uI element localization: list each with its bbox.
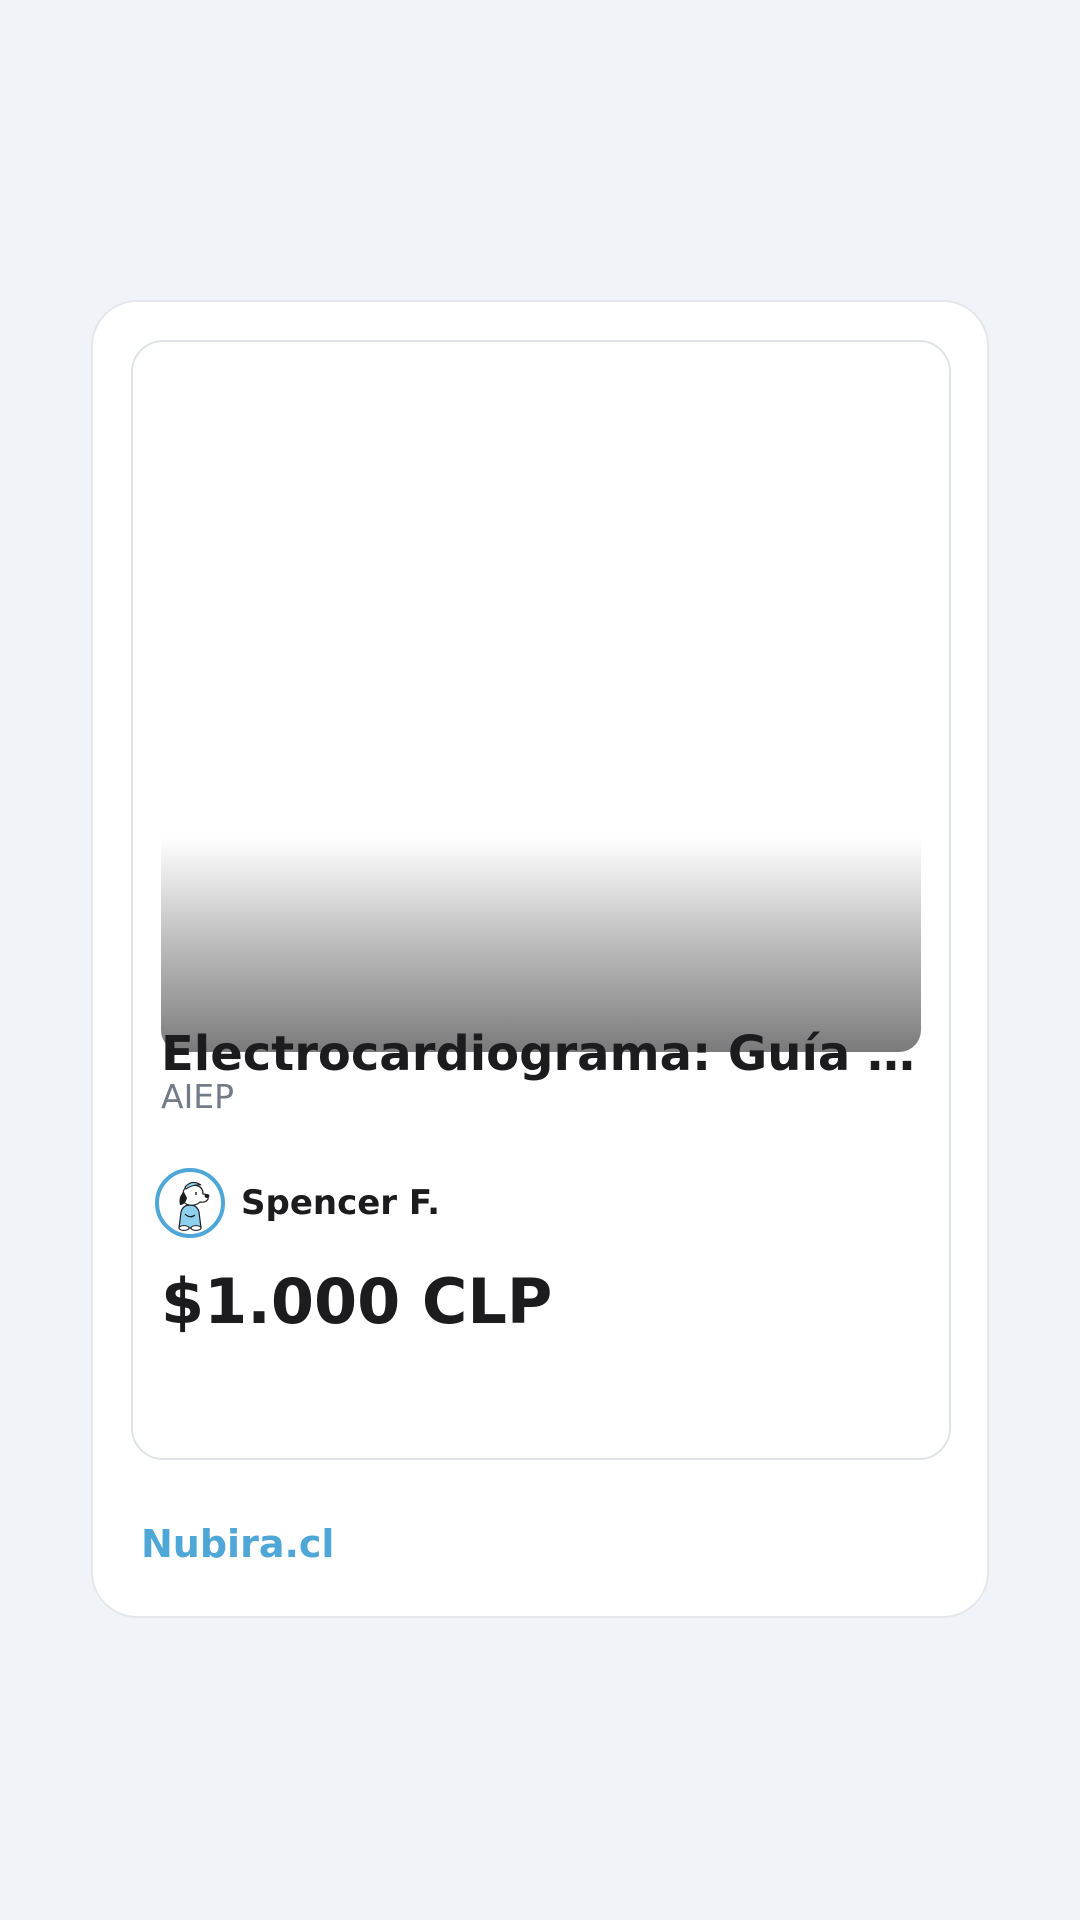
- avatar[interactable]: [155, 1168, 225, 1238]
- product-card[interactable]: Electrocardiograma: Guía De... AIEP Spen…: [131, 340, 951, 1460]
- product-title[interactable]: Electrocardiograma: Guía De...: [161, 1022, 931, 1086]
- brand-link[interactable]: Nubira.cl: [141, 1520, 334, 1568]
- snoopy-avatar-icon: [178, 1181, 210, 1231]
- product-price: $1.000 CLP: [161, 1265, 553, 1338]
- product-institution: AIEP: [161, 1077, 235, 1116]
- seller-name[interactable]: Spencer F.: [241, 1183, 440, 1223]
- seller-info[interactable]: Spencer F.: [155, 1164, 440, 1242]
- share-card: Electrocardiograma: Guía De... AIEP Spen…: [91, 300, 989, 1618]
- product-cover-image[interactable]: [161, 382, 921, 1052]
